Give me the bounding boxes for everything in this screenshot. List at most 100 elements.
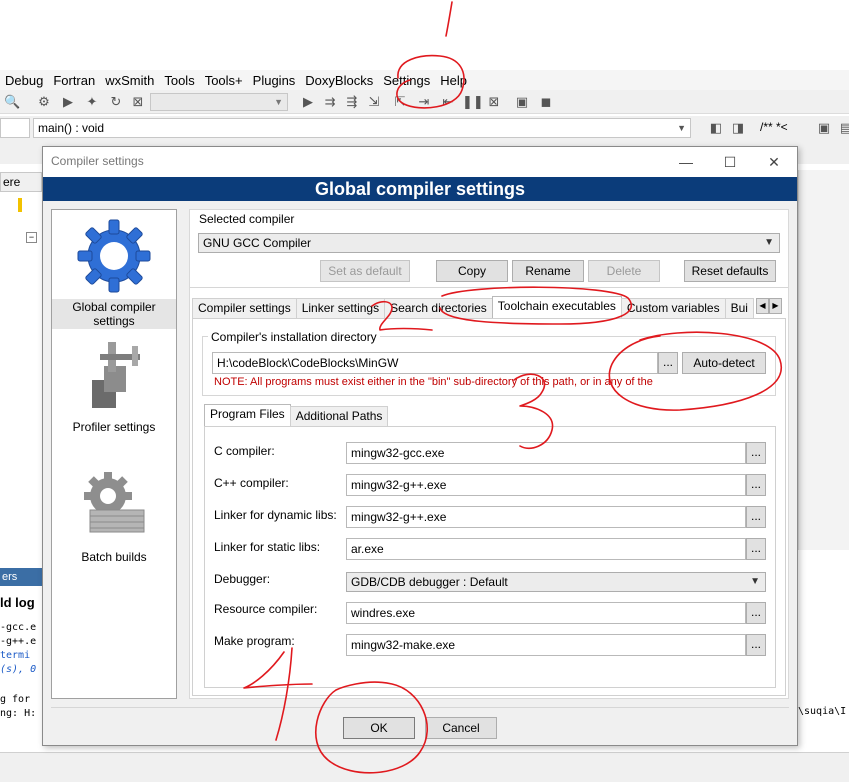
rename-button[interactable]: Rename: [512, 260, 584, 282]
menu-tools-plus[interactable]: Tools+: [200, 73, 248, 88]
log-line: -gcc.e: [0, 622, 37, 633]
doxy-comment-text[interactable]: /** *<: [760, 120, 788, 134]
build-log-tab[interactable]: ld log: [0, 592, 42, 614]
ok-button[interactable]: OK: [343, 717, 415, 739]
make-program-input[interactable]: mingw32-make.exe: [346, 634, 746, 656]
cpp-compiler-input[interactable]: mingw32-g++.exe: [346, 474, 746, 496]
c-compiler-browse-button[interactable]: ...: [746, 442, 766, 464]
next-instruction-icon[interactable]: ⇥: [416, 94, 432, 110]
log-line: termi: [0, 650, 31, 661]
build-target-combo[interactable]: ▼: [150, 93, 288, 111]
cancel-button[interactable]: Cancel: [425, 717, 497, 739]
menu-fortran[interactable]: Fortran: [48, 73, 100, 88]
delete-button[interactable]: Delete: [588, 260, 660, 282]
run-icon[interactable]: ▶: [60, 94, 76, 110]
tab-toolchain-executables[interactable]: Toolchain executables: [491, 296, 622, 318]
line-marker: [18, 198, 22, 212]
next-line-icon[interactable]: ⇶: [344, 94, 360, 110]
vise-icon: [92, 342, 140, 408]
pause-icon[interactable]: ❚❚: [462, 94, 484, 110]
menu-tools[interactable]: Tools: [159, 73, 199, 88]
stop-debug-icon[interactable]: ⊠: [486, 94, 502, 110]
annotation-number-1: [445, 1, 453, 37]
category-profiler[interactable]: Profiler settings: [52, 336, 176, 435]
chevron-down-icon: ▼: [764, 237, 774, 248]
editor-tab[interactable]: ere: [0, 172, 42, 192]
abort-icon[interactable]: ⊠: [130, 94, 146, 110]
program-tabs: Program Files Additional Paths: [204, 404, 389, 426]
doxy-run-icon[interactable]: ▤: [838, 120, 849, 136]
step-instruction-icon[interactable]: ⇤: [440, 94, 456, 110]
cpp-compiler-browse-button[interactable]: ...: [746, 474, 766, 496]
maximize-icon[interactable]: ☐: [719, 151, 741, 173]
dynamic-linker-browse-button[interactable]: ...: [746, 506, 766, 528]
category-list: Global compiler settings Profiler settin…: [51, 209, 177, 699]
make-program-browse-button[interactable]: ...: [746, 634, 766, 656]
category-label: Profiler settings: [72, 420, 156, 434]
step-into-icon[interactable]: ⇲: [366, 94, 382, 110]
doxy-config-icon[interactable]: ▣: [816, 120, 832, 136]
tab-custom-variables[interactable]: Custom variables: [620, 298, 726, 318]
tab-additional-paths[interactable]: Additional Paths: [289, 406, 389, 426]
minimize-icon[interactable]: —: [675, 151, 697, 173]
build-run-icon[interactable]: ✦: [84, 94, 100, 110]
category-global-compiler[interactable]: Global compiler settings: [52, 216, 176, 329]
ide-toolbar-code: main() : void ▼ ◧ ◨ /** *< ▣ ▤: [0, 116, 849, 140]
copy-button[interactable]: Copy: [436, 260, 508, 282]
search-icon[interactable]: 🔍: [4, 94, 20, 110]
menu-plugins[interactable]: Plugins: [248, 73, 301, 88]
info-icon[interactable]: ◼: [538, 94, 554, 110]
install-dir-browse-button[interactable]: ...: [658, 352, 678, 374]
category-batch-builds[interactable]: Batch builds: [52, 466, 176, 565]
debugger-label: Debugger:: [214, 572, 271, 586]
static-linker-input[interactable]: ar.exe: [346, 538, 746, 560]
menu-settings[interactable]: Settings: [378, 73, 435, 88]
dialog-titlebar[interactable]: Compiler settings — ☐ ✕: [43, 147, 797, 177]
tab-build-options[interactable]: Bui: [724, 298, 754, 318]
scope-combo[interactable]: [0, 118, 30, 138]
menu-doxyblocks[interactable]: DoxyBlocks: [300, 73, 378, 88]
menu-help[interactable]: Help: [435, 73, 472, 88]
resource-compiler-input[interactable]: windres.exe: [346, 602, 746, 624]
rebuild-icon[interactable]: ↻: [108, 94, 124, 110]
compiler-select[interactable]: GNU GCC Compiler ▼: [198, 233, 780, 253]
debug-windows-icon[interactable]: ▣: [514, 94, 530, 110]
reset-defaults-button[interactable]: Reset defaults: [684, 260, 776, 282]
menu-debug[interactable]: Debug: [0, 73, 48, 88]
run-to-cursor-icon[interactable]: ⇉: [322, 94, 338, 110]
selected-compiler-label: Selected compiler: [196, 212, 298, 226]
ide-statusbar: [0, 752, 849, 782]
compiler-settings-dialog: Compiler settings — ☐ ✕ Global compiler …: [42, 146, 798, 746]
stack-icon[interactable]: ◧: [708, 120, 724, 136]
function-combo[interactable]: main() : void ▼: [33, 118, 691, 138]
log-line: g for: [0, 694, 31, 705]
c-compiler-input[interactable]: mingw32-gcc.exe: [346, 442, 746, 464]
static-linker-label: Linker for static libs:: [214, 540, 321, 554]
close-icon[interactable]: ✕: [763, 151, 785, 173]
set-as-default-button[interactable]: Set as default: [320, 260, 410, 282]
log-line-right: \suqia\I: [798, 706, 847, 717]
static-linker-browse-button[interactable]: ...: [746, 538, 766, 560]
tab-compiler-settings[interactable]: Compiler settings: [192, 298, 297, 318]
build-gear-icon[interactable]: ⚙: [36, 94, 52, 110]
chevron-left-icon[interactable]: ◀: [756, 298, 769, 314]
resource-compiler-browse-button[interactable]: ...: [746, 602, 766, 624]
install-dir-input[interactable]: H:\codeBlock\CodeBlocks\MinGW: [212, 352, 658, 374]
debugger-select[interactable]: GDB/CDB debugger : Default ▼: [346, 572, 766, 592]
tab-linker-settings[interactable]: Linker settings: [295, 298, 386, 318]
auto-detect-button[interactable]: Auto-detect: [682, 352, 766, 374]
tab-search-directories[interactable]: Search directories: [384, 298, 493, 318]
editor-area[interactable]: −: [0, 192, 42, 542]
ide-menubar: Debug Fortran wxSmith Tools Tools+ Plugi…: [0, 70, 849, 90]
make-program-label: Make program:: [214, 634, 295, 648]
editor-tab-label: ere: [3, 175, 21, 189]
bookmark-icon[interactable]: ◨: [730, 120, 746, 136]
debug-run-icon[interactable]: ▶: [300, 94, 316, 110]
dynamic-linker-input[interactable]: mingw32-g++.exe: [346, 506, 746, 528]
step-out-icon[interactable]: ⇱: [392, 94, 408, 110]
chevron-right-icon[interactable]: ▶: [769, 298, 782, 314]
menu-wxsmith[interactable]: wxSmith: [100, 73, 159, 88]
fold-icon[interactable]: −: [26, 232, 37, 243]
compiler-select-value: GNU GCC Compiler: [203, 236, 312, 250]
tab-program-files[interactable]: Program Files: [204, 404, 291, 426]
